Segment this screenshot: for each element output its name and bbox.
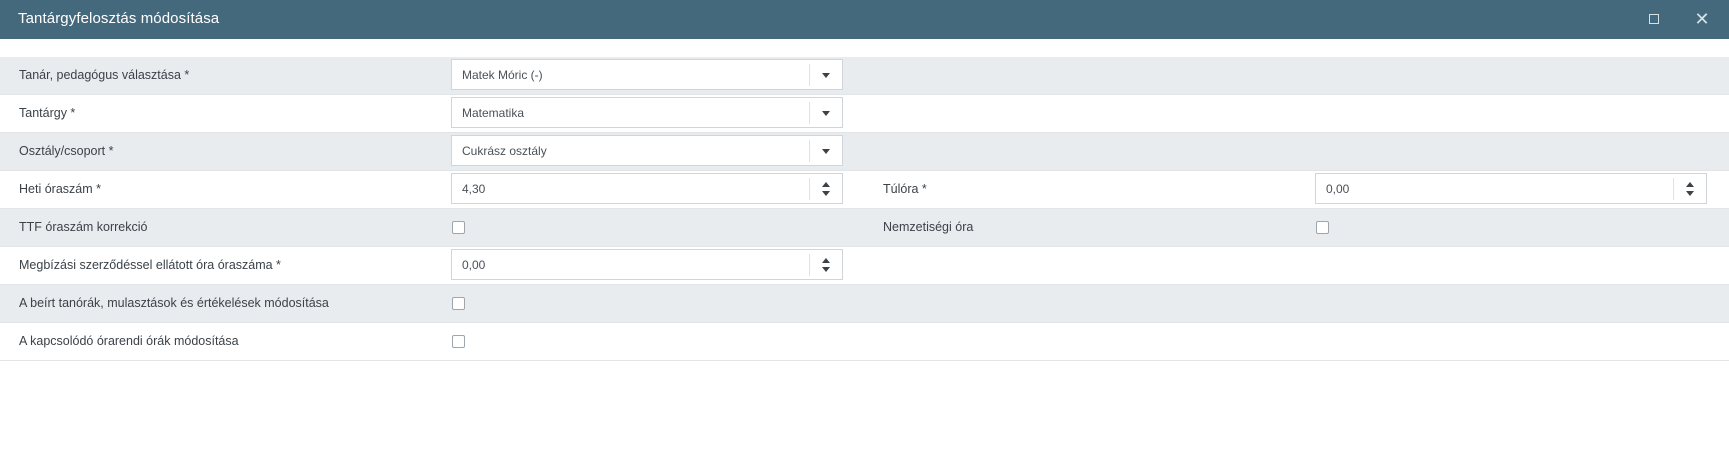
weekly-hours-label: Heti óraszám *	[19, 182, 101, 196]
class-group-dropdown-toggle[interactable]	[809, 140, 842, 162]
chevron-down-icon	[822, 148, 830, 154]
weekly-hours-spinner[interactable]	[809, 178, 842, 200]
subject-dropdown-toggle[interactable]	[809, 102, 842, 124]
class-group-select-value: Cukrász osztály	[462, 144, 547, 158]
close-icon: ✕	[1694, 9, 1710, 29]
form-row-contract-hours: Megbízási szerződéssel ellátott óra óras…	[0, 247, 1729, 285]
dialog-titlebar: Tantárgyfelosztás módosítása ✕	[0, 0, 1729, 39]
subject-select-value: Matematika	[462, 106, 525, 120]
modify-timetable-checkbox[interactable]	[452, 335, 465, 348]
chevron-down-icon	[822, 72, 830, 78]
spin-down-icon[interactable]	[1686, 191, 1694, 196]
spin-up-icon[interactable]	[822, 182, 830, 187]
class-group-select[interactable]: Cukrász osztály	[451, 135, 843, 166]
subject-label: Tantárgy *	[19, 106, 76, 120]
teacher-label: Tanár, pedagógus választása *	[19, 68, 190, 82]
teacher-select-value: Matek Móric (-)	[462, 68, 543, 82]
form-row-weekly-hours: Heti óraszám * 4,30 Túlóra * 0,00	[0, 171, 1729, 209]
modify-timetable-label: A kapcsolódó órarendi órák módosítása	[19, 334, 239, 348]
form-row-ttf-correction: TTF óraszám korrekció Nemzetiségi óra	[0, 209, 1729, 247]
weekly-hours-value: 4,30	[462, 182, 486, 196]
maximize-button[interactable]	[1642, 7, 1666, 31]
teacher-dropdown-toggle[interactable]	[809, 64, 842, 86]
form-row-class-group: Osztály/csoport * Cukrász osztály	[0, 133, 1729, 171]
contract-hours-spinner[interactable]	[809, 254, 842, 276]
subject-select[interactable]: Matematika	[451, 97, 843, 128]
nationality-hour-checkbox[interactable]	[1316, 221, 1329, 234]
modify-lessons-label: A beírt tanórák, mulasztások és értékelé…	[19, 296, 329, 310]
chevron-down-icon	[822, 110, 830, 116]
spin-up-icon[interactable]	[1686, 182, 1694, 187]
dialog-title: Tantárgyfelosztás módosítása	[18, 10, 220, 27]
spin-down-icon[interactable]	[822, 267, 830, 272]
form-row-modify-lessons: A beírt tanórák, mulasztások és értékelé…	[0, 285, 1729, 323]
form-row-teacher: Tanár, pedagógus választása * Matek Móri…	[0, 57, 1729, 95]
form-row-subject: Tantárgy * Matematika	[0, 95, 1729, 133]
nationality-hour-label: Nemzetiségi óra	[883, 220, 974, 234]
allocation-form: Tanár, pedagógus választása * Matek Móri…	[0, 57, 1729, 361]
close-button[interactable]: ✕	[1690, 7, 1714, 31]
contract-hours-input[interactable]: 0,00	[451, 249, 843, 280]
modify-lessons-checkbox[interactable]	[452, 297, 465, 310]
overtime-input[interactable]: 0,00	[1315, 173, 1707, 204]
ttf-correction-checkbox[interactable]	[452, 221, 465, 234]
form-row-modify-timetable: A kapcsolódó órarendi órák módosítása	[0, 323, 1729, 361]
overtime-value: 0,00	[1326, 182, 1350, 196]
spin-down-icon[interactable]	[822, 191, 830, 196]
overtime-label: Túlóra *	[883, 182, 927, 196]
ttf-correction-label: TTF óraszám korrekció	[19, 220, 148, 234]
class-group-label: Osztály/csoport *	[19, 144, 114, 158]
weekly-hours-input[interactable]: 4,30	[451, 173, 843, 204]
contract-hours-label: Megbízási szerződéssel ellátott óra óras…	[19, 258, 281, 272]
overtime-spinner[interactable]	[1673, 178, 1706, 200]
maximize-icon	[1649, 14, 1659, 24]
spin-up-icon[interactable]	[822, 258, 830, 263]
dialog: Tantárgyfelosztás módosítása ✕ Tanár, pe…	[0, 0, 1729, 454]
contract-hours-value: 0,00	[462, 258, 486, 272]
teacher-select[interactable]: Matek Móric (-)	[451, 59, 843, 90]
